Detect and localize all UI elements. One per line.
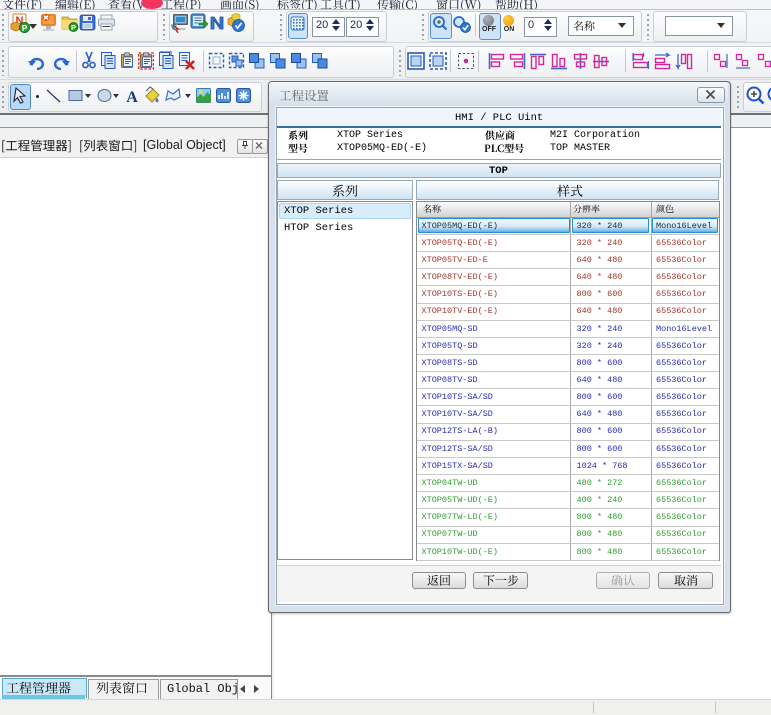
- svg-text:P: P: [22, 24, 28, 33]
- svg-text:P: P: [71, 23, 76, 32]
- svg-text:A: A: [126, 89, 138, 106]
